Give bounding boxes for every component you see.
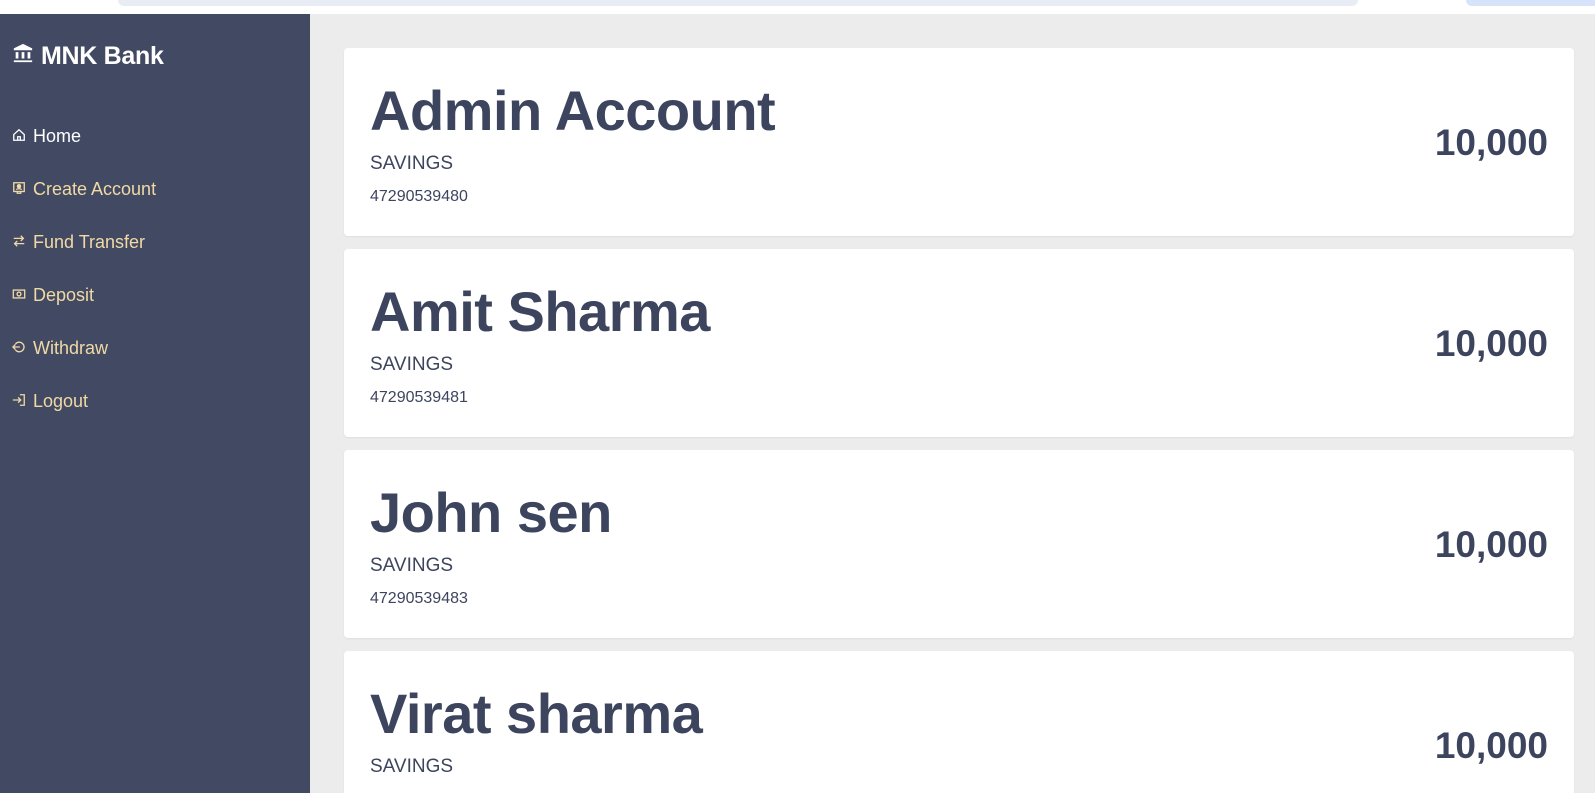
home-icon	[12, 126, 26, 147]
account-number: 47290539481	[370, 389, 468, 406]
account-balance: 10,000	[1434, 524, 1548, 565]
sidebar-item-create-account[interactable]: Create Account	[12, 163, 156, 216]
account-holder-name: Virat sharma	[370, 682, 703, 745]
account-type: SAVINGS	[370, 354, 454, 375]
cash-icon	[12, 285, 26, 306]
account-holder-name: Admin Account	[370, 79, 776, 142]
transfer-arrows-icon	[12, 232, 26, 253]
sidebar-item-home[interactable]: Home	[12, 110, 156, 163]
account-holder-name: Amit Sharma	[370, 280, 710, 343]
brand-logo[interactable]: MNK Bank	[12, 42, 164, 71]
account-holder-name: John sen	[370, 481, 612, 544]
logout-icon	[12, 391, 26, 412]
bank-icon	[12, 42, 34, 71]
account-type: SAVINGS	[370, 153, 454, 174]
account-type: SAVINGS	[370, 756, 454, 777]
sidebar-item-label: Logout	[33, 391, 89, 411]
account-card[interactable]: John sen SAVINGS 47290539483 10,000	[344, 450, 1574, 638]
sidebar-item-label: Withdraw	[33, 338, 109, 358]
sidebar-item-label: Deposit	[33, 285, 95, 305]
browser-button-edge	[1466, 0, 1595, 6]
account-type: SAVINGS	[370, 555, 454, 576]
account-card[interactable]: Admin Account SAVINGS 47290539480 10,000	[344, 48, 1574, 236]
account-card[interactable]: Virat sharma SAVINGS 10,000	[344, 651, 1574, 793]
sidebar-nav: Home Create Account Fund Transfer Deposi…	[11, 110, 156, 428]
browser-top-strip	[0, 0, 1595, 14]
sidebar-item-label: Home	[33, 126, 82, 146]
sidebar-item-label: Fund Transfer	[33, 232, 146, 252]
sidebar-item-deposit[interactable]: Deposit	[12, 269, 156, 322]
account-balance: 10,000	[1434, 122, 1548, 163]
account-number: 47290539483	[370, 590, 468, 607]
sidebar-item-withdraw[interactable]: Withdraw	[11, 322, 156, 375]
withdraw-icon	[11, 338, 26, 359]
address-bar-edge	[118, 0, 1358, 6]
sidebar-item-logout[interactable]: Logout	[12, 375, 156, 428]
accounts-list: Admin Account SAVINGS 47290539480 10,000…	[310, 14, 1595, 793]
account-balance: 10,000	[1434, 323, 1548, 364]
sidebar-item-fund-transfer[interactable]: Fund Transfer	[12, 216, 156, 269]
account-balance: 10,000	[1434, 725, 1548, 766]
sidebar-item-label: Create Account	[33, 179, 157, 199]
account-number: 47290539480	[370, 188, 468, 205]
user-badge-icon	[12, 179, 26, 200]
sidebar: MNK Bank Home Create Account Fund Transf…	[0, 14, 310, 793]
account-card[interactable]: Amit Sharma SAVINGS 47290539481 10,000	[344, 249, 1574, 437]
brand-name: MNK Bank	[41, 42, 164, 70]
